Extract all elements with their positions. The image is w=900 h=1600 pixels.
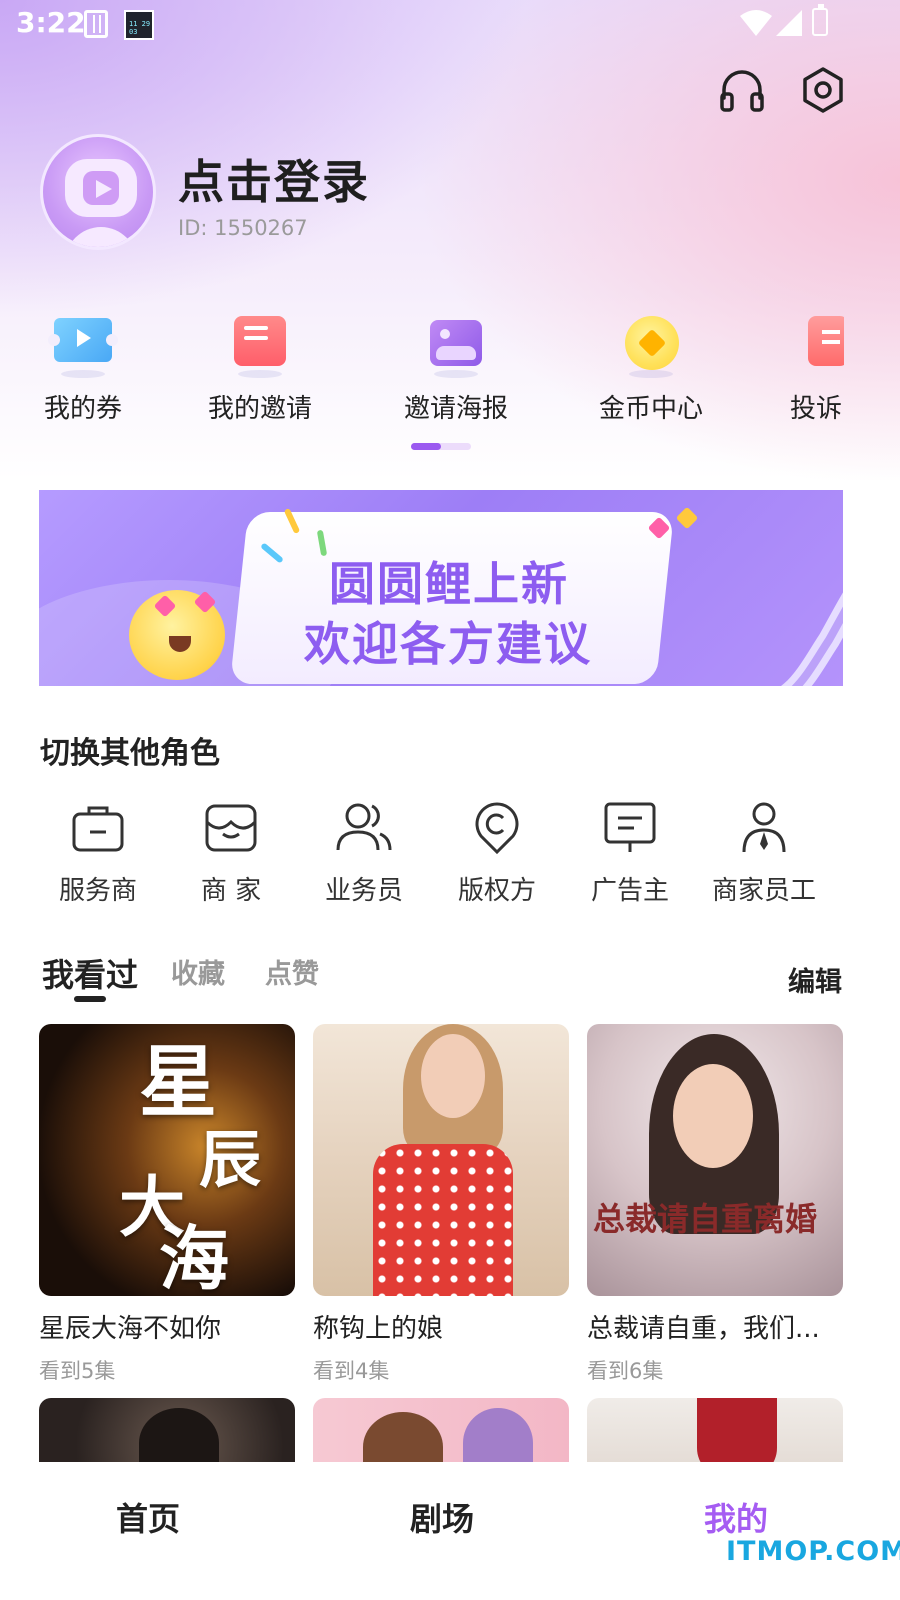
drama-card[interactable]: 总裁请自重离婚 总裁请自重，我们... 看到6集: [587, 1024, 843, 1385]
quick-menu-my-coupons[interactable]: 我的券: [3, 312, 163, 425]
page-indicator-active: [411, 443, 441, 450]
quick-menu-my-invites[interactable]: 我的邀请: [180, 312, 340, 425]
drama-title: 星辰大海不如你: [39, 1314, 222, 1344]
watermark: ITMOP.COM: [726, 1536, 900, 1567]
ribbon-decoration: [780, 592, 843, 686]
watch-progress: 看到6集: [587, 1359, 664, 1383]
banner-subline: 欢迎各方建议: [304, 617, 592, 671]
role-merchant[interactable]: 商 家: [164, 800, 298, 907]
quick-menu-label: 金币中心: [598, 394, 703, 424]
status-time: 3:22: [16, 6, 86, 39]
avatar-body: [65, 227, 137, 247]
quick-menu-label: 投诉: [790, 394, 843, 422]
store-icon: [205, 804, 257, 852]
ticket-icon: [48, 312, 118, 378]
quick-menu-label: 我的券: [43, 394, 122, 424]
quick-menu-label: 邀请海报: [403, 394, 508, 424]
bottom-navigation: 首页 剧场 我的 ITMOP.COM: [0, 1462, 900, 1600]
tab-favorites[interactable]: 收藏: [171, 952, 225, 991]
envelope-icon: [228, 312, 292, 378]
drama-card[interactable]: 星 辰 大 海 星辰大海不如你 看到5集: [39, 1024, 295, 1385]
wifi-icon: [740, 10, 772, 36]
quick-menu-invite-poster[interactable]: 邀请海报: [376, 312, 536, 425]
coin-icon: [619, 312, 683, 378]
user-id: ID: 1550267: [178, 216, 308, 240]
role-section-title: 切换其他角色: [40, 736, 220, 771]
drama-title: 称钩上的娘: [313, 1314, 444, 1344]
nav-theater[interactable]: 剧场: [410, 1494, 474, 1540]
role-copyright-owner[interactable]: 版权方: [430, 800, 564, 907]
role-label: 业务员: [324, 876, 403, 906]
quick-menu-coin-center[interactable]: 金币中心: [571, 312, 731, 425]
people-icon: [336, 803, 392, 851]
edit-button[interactable]: 编辑: [788, 960, 842, 999]
quick-menu-label: 我的邀请: [207, 394, 312, 424]
role-label: 商 家: [200, 876, 262, 906]
drama-poster: 星 辰 大 海: [39, 1024, 295, 1296]
tab-watched[interactable]: 我看过: [42, 950, 138, 996]
role-label: 服务商: [58, 876, 137, 906]
role-advertiser[interactable]: 广告主: [563, 800, 697, 907]
nav-home[interactable]: 首页: [116, 1494, 180, 1540]
play-icon: [96, 180, 112, 198]
employee-icon: [742, 802, 786, 853]
battery-icon: [812, 4, 828, 36]
drama-title: 总裁请自重，我们...: [587, 1314, 820, 1344]
avatar[interactable]: [40, 134, 156, 250]
settings-icon[interactable]: [800, 66, 846, 114]
role-label: 版权方: [457, 876, 536, 906]
promo-banner[interactable]: 圆圆鲤上新 欢迎各方建议: [39, 490, 843, 686]
briefcase-icon: [72, 806, 124, 852]
signal-icon: [776, 10, 802, 36]
tab-active-indicator: [74, 996, 106, 1002]
drama-card[interactable]: 称钩上的娘 看到4集: [313, 1024, 569, 1385]
role-merchant-employee[interactable]: 商家员工: [697, 800, 831, 907]
banner-headline: 圆圆鲤上新: [329, 557, 569, 611]
tab-likes[interactable]: 点赞: [265, 952, 319, 991]
quick-menu-complaint[interactable]: 投诉: [790, 312, 844, 422]
role-label: 商家员工: [711, 876, 816, 906]
login-button[interactable]: 点击登录: [178, 146, 370, 212]
drama-poster: [313, 1024, 569, 1296]
role-service-provider[interactable]: 服务商: [31, 800, 165, 907]
nav-mine[interactable]: 我的: [704, 1494, 768, 1540]
drama-poster: 总裁请自重离婚: [587, 1024, 843, 1296]
role-label: 广告主: [590, 876, 669, 906]
billboard-icon: [604, 802, 656, 852]
poster-icon: [424, 312, 488, 378]
watch-progress: 看到4集: [313, 1359, 390, 1383]
complaint-icon: [790, 312, 844, 372]
headset-icon[interactable]: [720, 68, 764, 112]
sim-card-icon: [84, 10, 108, 38]
role-salesperson[interactable]: 业务员: [297, 800, 431, 907]
copyright-icon: [475, 802, 519, 855]
notification-app-icon: 11 29 03: [124, 10, 154, 40]
watch-progress: 看到5集: [39, 1359, 116, 1383]
